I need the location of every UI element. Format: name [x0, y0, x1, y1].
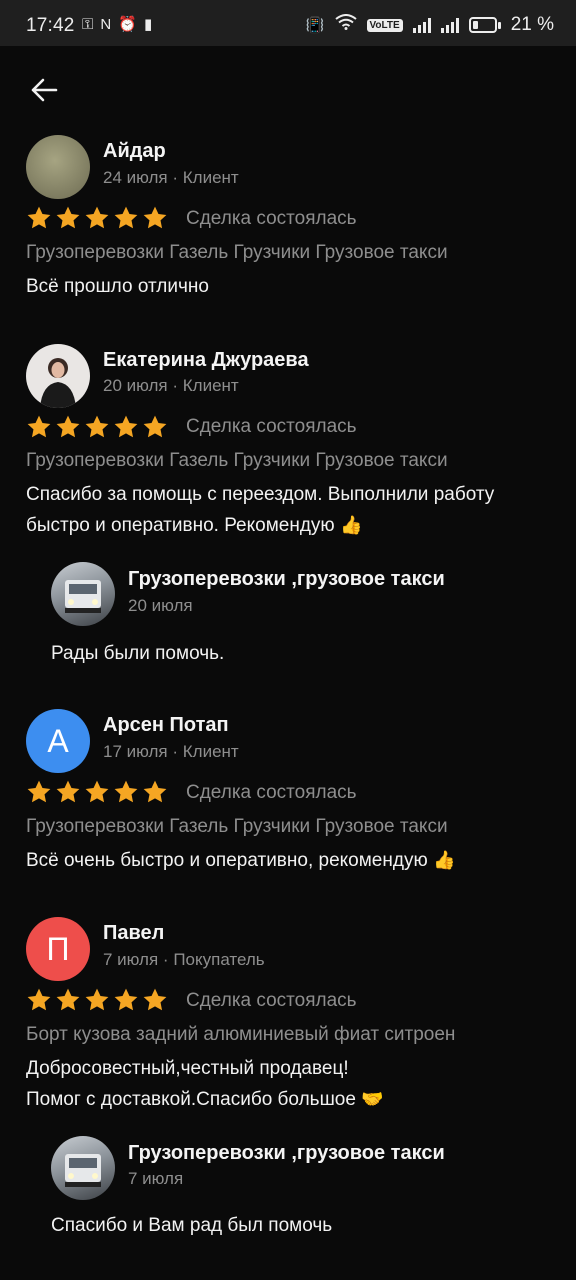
- review-category: Грузоперевозки Газель Грузчики Грузовое …: [26, 816, 448, 837]
- star-icon: [56, 780, 80, 803]
- reviewer-role: Клиент: [182, 742, 239, 761]
- alarm-icon: ⏰: [118, 16, 137, 33]
- reviewer-name[interactable]: Айдар: [103, 140, 166, 163]
- deal-status: Сделка состоялась: [186, 416, 357, 437]
- reviewer-role: Клиент: [182, 168, 239, 187]
- seller-reply-text: Рады были помочь.: [51, 643, 225, 664]
- person-photo: [40, 358, 76, 408]
- review-text: Спасибо за помощь с переездом. Выполнили…: [26, 479, 556, 541]
- seller-reply-text: Спасибо и Вам рад был помочь: [51, 1215, 333, 1236]
- star-icon: [143, 206, 167, 229]
- reviewer-name[interactable]: Екатерина Джураева: [103, 349, 309, 372]
- review-text-line: Помог с доставкой.Спасибо большое: [26, 1089, 356, 1110]
- review-category: Грузоперевозки Газель Грузчики Грузовое …: [26, 450, 448, 471]
- avatar-letter: П: [46, 930, 70, 967]
- review-date: 20 июля: [103, 376, 168, 395]
- battery-alert-icon: ▮: [143, 16, 153, 33]
- star-icon: [143, 988, 167, 1011]
- star-icon: [56, 415, 80, 438]
- review-text-line: Добросовестный,честный продавец!: [26, 1058, 349, 1079]
- status-bar: 17:42 ⚿ N ⏰ ▮ 📳 VoLTE 21 %: [0, 0, 576, 46]
- rating-stars: [26, 987, 168, 1013]
- rating-stars: [26, 205, 168, 231]
- battery-icon: [468, 17, 501, 33]
- star-icon: [56, 206, 80, 229]
- star-icon: [114, 988, 138, 1011]
- nfc-icon: N: [100, 16, 112, 33]
- deal-status: Сделка состоялась: [186, 782, 357, 803]
- rating-stars: [26, 414, 168, 440]
- thumbs-up-icon: 👍: [339, 515, 363, 535]
- star-icon: [143, 415, 167, 438]
- truck-photo: [65, 580, 101, 613]
- star-icon: [85, 780, 109, 803]
- seller-avatar[interactable]: [51, 562, 115, 626]
- review-text-line: быстро и оперативно. Рекомендую: [26, 515, 335, 536]
- back-button[interactable]: [26, 72, 62, 108]
- review-meta: 24 июля · Клиент: [103, 168, 239, 187]
- star-icon: [85, 206, 109, 229]
- seller-avatar[interactable]: [51, 1136, 115, 1200]
- star-icon: [27, 415, 51, 438]
- wifi-icon: [334, 14, 357, 36]
- star-icon: [85, 415, 109, 438]
- thumbs-up-icon: 👍: [432, 850, 456, 870]
- rating-stars: [26, 779, 168, 805]
- review-date: 17 июля: [103, 742, 168, 761]
- signal-icon: [440, 17, 459, 33]
- review-text: Всё очень быстро и оперативно, рекоменду…: [26, 845, 556, 876]
- reviewer-name[interactable]: Павел: [103, 922, 164, 945]
- star-icon: [27, 988, 51, 1011]
- review-meta: 7 июля · Покупатель: [103, 950, 265, 969]
- key-icon: ⚿: [82, 16, 94, 33]
- review-date: 7 июля: [103, 950, 159, 969]
- volte-icon: VoLTE: [366, 18, 403, 32]
- star-icon: [56, 988, 80, 1011]
- review-text-line: Спасибо за помощь с переездом. Выполнили…: [26, 484, 495, 505]
- truck-photo: [65, 1154, 101, 1187]
- review-category: Борт кузова задний алюминиевый фиат ситр…: [26, 1024, 456, 1045]
- avatar[interactable]: А: [26, 709, 90, 773]
- vibrate-icon: 📳: [305, 16, 325, 34]
- arrow-left-icon: [31, 78, 58, 102]
- review-date: 24 июля: [103, 168, 168, 187]
- deal-status: Сделка состоялась: [186, 990, 357, 1011]
- reply-date: 20 июля: [128, 596, 193, 615]
- deal-status: Сделка состоялась: [186, 208, 357, 229]
- seller-name[interactable]: Грузоперевозки ,грузовое такси: [128, 1142, 488, 1165]
- review-category: Грузоперевозки Газель Грузчики Грузовое …: [26, 242, 448, 263]
- star-icon: [27, 206, 51, 229]
- star-icon: [114, 206, 138, 229]
- handshake-icon: 🤝: [361, 1089, 384, 1109]
- review-text: Добросовестный,честный продавец! Помог с…: [26, 1053, 556, 1115]
- reviewer-role: Покупатель: [173, 950, 265, 969]
- star-icon: [85, 988, 109, 1011]
- signal-icon: [412, 17, 431, 33]
- avatar[interactable]: [26, 135, 90, 199]
- battery-percent: 21 %: [510, 14, 554, 35]
- star-icon: [114, 415, 138, 438]
- reviewer-role: Клиент: [182, 376, 239, 395]
- avatar-letter: А: [47, 722, 69, 759]
- status-time: 17:42: [26, 15, 75, 36]
- review-text: Всё прошло отлично: [26, 276, 209, 297]
- seller-name[interactable]: Грузоперевозки ,грузовое такси: [128, 568, 488, 591]
- review-text-line: Всё очень быстро и оперативно, рекоменду…: [26, 850, 428, 871]
- reviewer-name[interactable]: Арсен Потап: [103, 714, 229, 737]
- star-icon: [114, 780, 138, 803]
- review-meta: 17 июля · Клиент: [103, 742, 239, 761]
- review-meta: 20 июля · Клиент: [103, 376, 239, 395]
- reply-date: 7 июля: [128, 1169, 184, 1188]
- avatar[interactable]: П: [26, 917, 90, 981]
- avatar[interactable]: [26, 344, 90, 408]
- star-icon: [143, 780, 167, 803]
- star-icon: [27, 780, 51, 803]
